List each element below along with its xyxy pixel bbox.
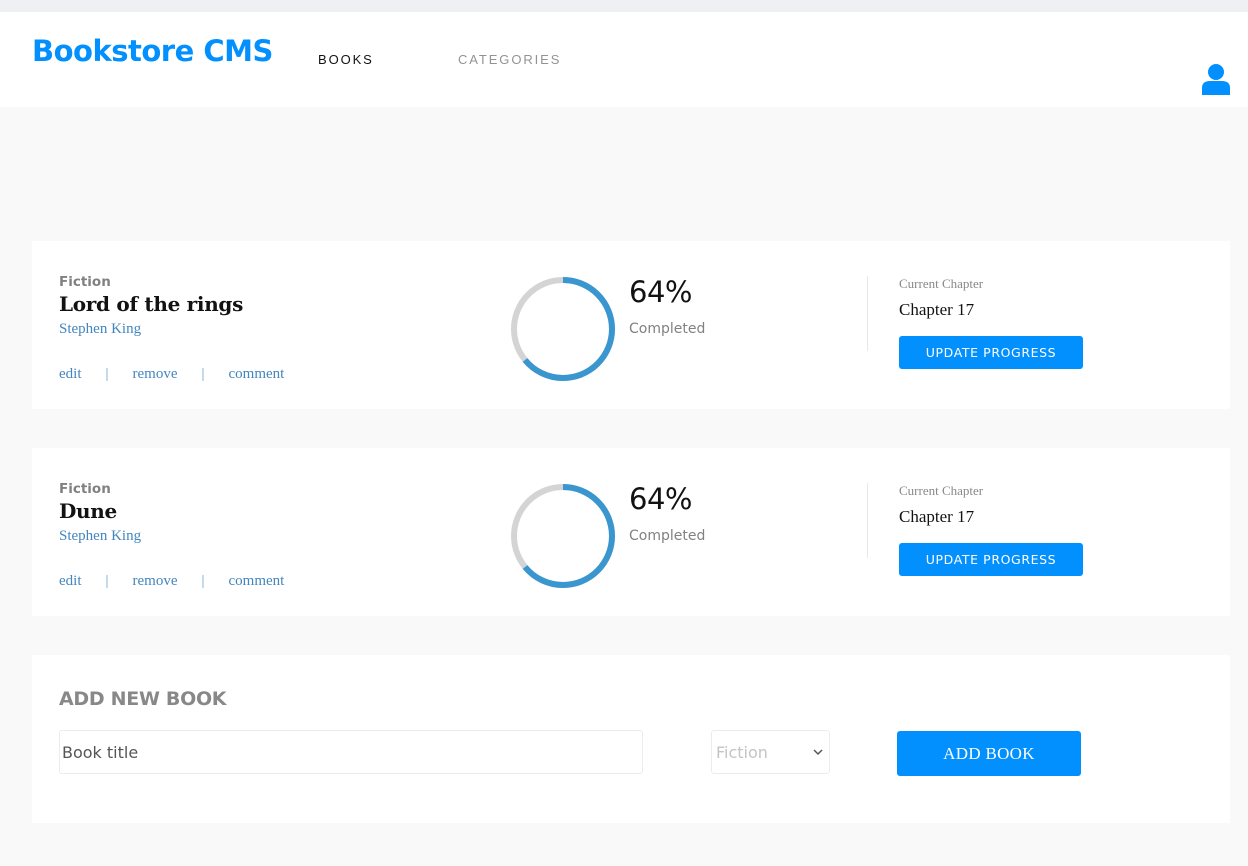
- app-header: Bookstore CMS BOOKS CATEGORIES: [0, 12, 1248, 107]
- book-actions: edit | remove | comment: [59, 573, 284, 590]
- book-title: Lord of the rings: [59, 292, 244, 316]
- divider: [867, 483, 868, 558]
- current-chapter-label: Current Chapter: [899, 276, 984, 291]
- progress-completed-label: Completed: [629, 321, 706, 337]
- update-progress-button[interactable]: UPDATE PROGRESS: [899, 543, 1083, 576]
- book-author[interactable]: Stephen King: [59, 321, 141, 338]
- add-book-form: ADD NEW BOOK Fiction ADD BOOK: [32, 655, 1230, 823]
- current-chapter-value: Chapter 17: [899, 507, 975, 526]
- book-card: Fiction Lord of the rings Stephen King e…: [32, 241, 1230, 409]
- chevron-down-icon: [813, 748, 823, 755]
- action-separator: |: [201, 573, 205, 589]
- action-separator: |: [105, 573, 109, 589]
- category-select-value: Fiction: [716, 742, 768, 762]
- edit-button[interactable]: edit: [59, 366, 82, 383]
- add-book-button[interactable]: ADD BOOK: [897, 731, 1081, 776]
- edit-button[interactable]: edit: [59, 573, 82, 590]
- update-progress-button[interactable]: UPDATE PROGRESS: [899, 336, 1083, 369]
- book-category: Fiction: [59, 274, 111, 290]
- progress-percent: 64%: [629, 275, 692, 309]
- book-card: Fiction Dune Stephen King edit | remove …: [32, 448, 1230, 616]
- progress-ring: [511, 484, 615, 588]
- current-chapter-value: Chapter 17: [899, 300, 975, 319]
- top-strip: [0, 0, 1248, 12]
- book-title: Dune: [59, 499, 117, 523]
- comment-button[interactable]: comment: [229, 366, 285, 383]
- remove-button[interactable]: remove: [133, 573, 178, 590]
- book-author[interactable]: Stephen King: [59, 528, 141, 545]
- user-icon[interactable]: [1202, 63, 1230, 95]
- action-separator: |: [201, 366, 205, 382]
- current-chapter-label: Current Chapter: [899, 483, 984, 498]
- comment-button[interactable]: comment: [229, 573, 285, 590]
- progress-completed-label: Completed: [629, 528, 706, 544]
- book-category: Fiction: [59, 481, 111, 497]
- add-book-heading: ADD NEW BOOK: [59, 688, 227, 710]
- action-separator: |: [105, 366, 109, 382]
- app-logo[interactable]: Bookstore CMS: [32, 34, 273, 68]
- category-select[interactable]: Fiction: [711, 730, 830, 774]
- progress-ring: [511, 277, 615, 381]
- remove-button[interactable]: remove: [133, 366, 178, 383]
- progress-percent: 64%: [629, 482, 692, 516]
- divider: [867, 276, 868, 351]
- book-actions: edit | remove | comment: [59, 366, 284, 383]
- nav-categories-link[interactable]: CATEGORIES: [458, 52, 561, 67]
- nav-books-link[interactable]: BOOKS: [318, 52, 374, 67]
- book-title-input[interactable]: [59, 730, 643, 774]
